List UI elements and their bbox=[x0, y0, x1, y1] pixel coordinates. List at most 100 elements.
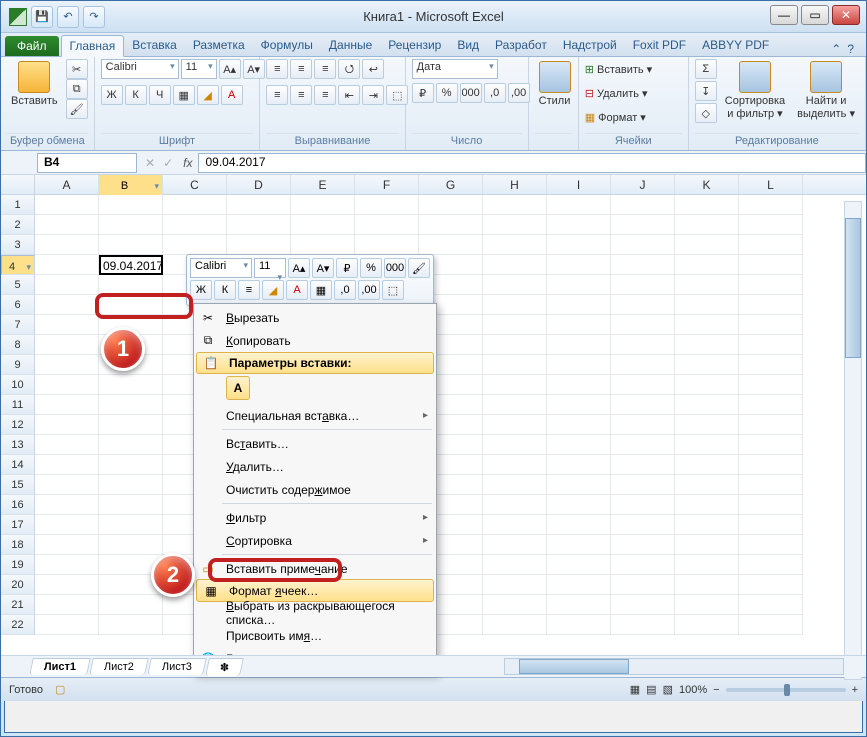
mini-font-select[interactable]: Calibri bbox=[190, 258, 252, 278]
cell-A2[interactable] bbox=[35, 215, 99, 235]
scrollbar-thumb[interactable] bbox=[519, 659, 629, 674]
tab-home[interactable]: Главная bbox=[61, 35, 125, 57]
cell-L12[interactable] bbox=[739, 415, 803, 435]
bold-button[interactable]: Ж bbox=[101, 85, 123, 105]
row-header-8[interactable]: 8 bbox=[1, 335, 35, 355]
cell-B4[interactable]: 09.04.2017 bbox=[99, 255, 163, 275]
cell-L5[interactable] bbox=[739, 275, 803, 295]
cell-L11[interactable] bbox=[739, 395, 803, 415]
cell-I19[interactable] bbox=[547, 555, 611, 575]
cell-J22[interactable] bbox=[611, 615, 675, 635]
cell-K10[interactable] bbox=[675, 375, 739, 395]
cell-A13[interactable] bbox=[35, 435, 99, 455]
cell-I2[interactable] bbox=[547, 215, 611, 235]
tab-review[interactable]: Рецензир bbox=[380, 34, 449, 56]
cell-A22[interactable] bbox=[35, 615, 99, 635]
row-header-5[interactable]: 5 bbox=[1, 275, 35, 295]
cell-L18[interactable] bbox=[739, 535, 803, 555]
row-header-21[interactable]: 21 bbox=[1, 595, 35, 615]
row-header-12[interactable]: 12 bbox=[1, 415, 35, 435]
cell-I18[interactable] bbox=[547, 535, 611, 555]
styles-button[interactable]: Стили bbox=[535, 59, 575, 109]
ctx-cut[interactable]: ✂ВВырезатьырезать bbox=[194, 306, 436, 329]
mini-format-painter[interactable]: 🖌 bbox=[408, 258, 430, 278]
tab-layout[interactable]: Разметка bbox=[185, 34, 253, 56]
cell-J1[interactable] bbox=[611, 195, 675, 215]
cell-A21[interactable] bbox=[35, 595, 99, 615]
cell-H4[interactable] bbox=[483, 255, 547, 275]
paste-button[interactable]: Вставить bbox=[7, 59, 62, 109]
cell-B18[interactable] bbox=[99, 535, 163, 555]
cell-A18[interactable] bbox=[35, 535, 99, 555]
cell-K7[interactable] bbox=[675, 315, 739, 335]
mini-percent[interactable]: % bbox=[360, 258, 382, 278]
col-header-L[interactable]: L bbox=[739, 175, 803, 194]
cell-H7[interactable] bbox=[483, 315, 547, 335]
align-bot-button[interactable]: ≡ bbox=[314, 59, 336, 79]
row-header-16[interactable]: 16 bbox=[1, 495, 35, 515]
row-header-13[interactable]: 13 bbox=[1, 435, 35, 455]
indent-dec-button[interactable]: ⇤ bbox=[338, 85, 360, 105]
percent-button[interactable]: % bbox=[436, 83, 458, 103]
view-layout-icon[interactable]: ▤ bbox=[646, 683, 656, 696]
cell-K19[interactable] bbox=[675, 555, 739, 575]
copy-button[interactable]: ⧉ bbox=[66, 79, 88, 99]
zoom-slider[interactable] bbox=[726, 688, 846, 692]
cell-B11[interactable] bbox=[99, 395, 163, 415]
cell-I3[interactable] bbox=[547, 235, 611, 255]
cell-H19[interactable] bbox=[483, 555, 547, 575]
cell-I21[interactable] bbox=[547, 595, 611, 615]
inc-decimal-button[interactable]: ,0 bbox=[484, 83, 506, 103]
row-header-19[interactable]: 19 bbox=[1, 555, 35, 575]
cell-I13[interactable] bbox=[547, 435, 611, 455]
cell-I17[interactable] bbox=[547, 515, 611, 535]
cell-J6[interactable] bbox=[611, 295, 675, 315]
font-size-select[interactable]: 11 bbox=[181, 59, 217, 79]
cell-B2[interactable] bbox=[99, 215, 163, 235]
paste-option-values[interactable]: А bbox=[226, 376, 250, 400]
cell-H3[interactable] bbox=[483, 235, 547, 255]
fx-icon[interactable]: fx bbox=[177, 156, 198, 170]
cell-A9[interactable] bbox=[35, 355, 99, 375]
mini-inc-dec[interactable]: ,0 bbox=[334, 280, 356, 300]
cell-H6[interactable] bbox=[483, 295, 547, 315]
tab-addins[interactable]: Надстрой bbox=[555, 34, 625, 56]
align-right-button[interactable]: ≡ bbox=[314, 85, 336, 105]
cell-L22[interactable] bbox=[739, 615, 803, 635]
cell-H1[interactable] bbox=[483, 195, 547, 215]
cell-J18[interactable] bbox=[611, 535, 675, 555]
cell-A16[interactable] bbox=[35, 495, 99, 515]
cell-J16[interactable] bbox=[611, 495, 675, 515]
col-header-C[interactable]: C bbox=[163, 175, 227, 194]
ctx-copy[interactable]: ⧉Копировать bbox=[194, 329, 436, 352]
cell-I9[interactable] bbox=[547, 355, 611, 375]
col-header-I[interactable]: I bbox=[547, 175, 611, 194]
cell-L4[interactable] bbox=[739, 255, 803, 275]
cell-B15[interactable] bbox=[99, 475, 163, 495]
cells-format-button[interactable]: ▦Формат ▾ bbox=[585, 107, 646, 127]
font-name-select[interactable]: Calibri bbox=[101, 59, 179, 79]
cell-B16[interactable] bbox=[99, 495, 163, 515]
cell-K8[interactable] bbox=[675, 335, 739, 355]
row-header-3[interactable]: 3 bbox=[1, 235, 35, 255]
font-color-button[interactable]: A bbox=[221, 85, 243, 105]
cell-F1[interactable] bbox=[355, 195, 419, 215]
cell-L19[interactable] bbox=[739, 555, 803, 575]
cell-I8[interactable] bbox=[547, 335, 611, 355]
cell-B1[interactable] bbox=[99, 195, 163, 215]
minimize-ribbon-icon[interactable]: ⌃ bbox=[831, 42, 841, 56]
cell-J9[interactable] bbox=[611, 355, 675, 375]
cell-A6[interactable] bbox=[35, 295, 99, 315]
cell-H9[interactable] bbox=[483, 355, 547, 375]
cell-K1[interactable] bbox=[675, 195, 739, 215]
cell-A11[interactable] bbox=[35, 395, 99, 415]
indent-inc-button[interactable]: ⇥ bbox=[362, 85, 384, 105]
cell-J5[interactable] bbox=[611, 275, 675, 295]
formula-input[interactable]: 09.04.2017 bbox=[198, 153, 866, 173]
number-format-select[interactable]: Дата bbox=[412, 59, 498, 79]
zoom-out-button[interactable]: − bbox=[713, 684, 719, 696]
cell-L14[interactable] bbox=[739, 455, 803, 475]
cell-K5[interactable] bbox=[675, 275, 739, 295]
cell-A20[interactable] bbox=[35, 575, 99, 595]
cell-F3[interactable] bbox=[355, 235, 419, 255]
